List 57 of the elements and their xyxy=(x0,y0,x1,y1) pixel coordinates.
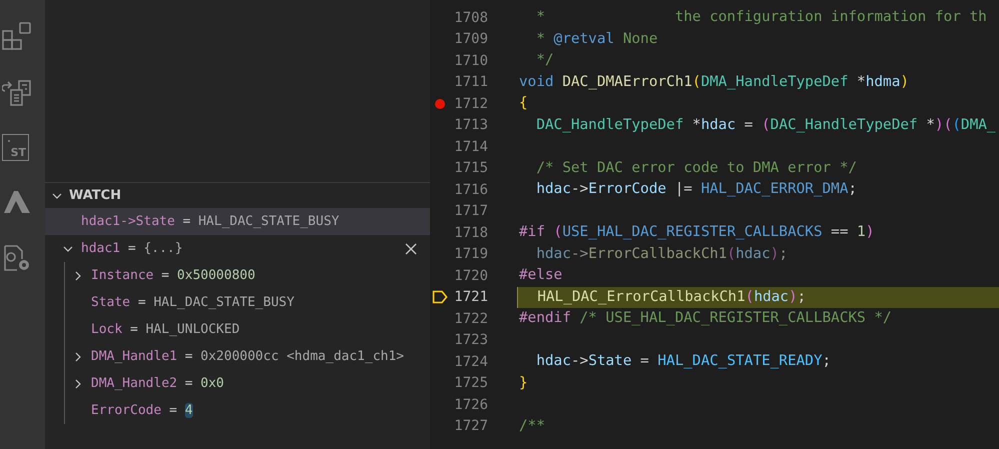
line-number: 1722 xyxy=(453,310,488,327)
line-number: 1714 xyxy=(453,138,488,155)
line-number: 1726 xyxy=(453,396,488,413)
code-line: hdac->ErrorCallbackCh1(hdac); xyxy=(535,244,788,264)
file-gear-icon[interactable] xyxy=(2,243,32,273)
line-number: 1710 xyxy=(453,52,488,69)
watch-expression: hdac1->State = HAL_DAC_STATE_BUSY xyxy=(81,214,340,229)
code-line: #if (USE_HAL_DAC_REGISTER_CALLBACKS == 1) xyxy=(518,223,874,242)
watch-expression: State = HAL_DAC_STATE_BUSY xyxy=(91,295,294,310)
code-line: /* Set DAC error code to DMA error */ xyxy=(535,158,857,178)
line-number: 1727 xyxy=(453,418,488,434)
line-number: 1708 xyxy=(453,10,488,26)
code-line: */ xyxy=(535,51,554,70)
watch-expression: DMA_Handle1 = 0x200000cc <hdma_dac1_ch1> xyxy=(91,349,404,364)
documents-icon[interactable] xyxy=(2,78,32,108)
code-line: #endif /* USE_HAL_DAC_REGISTER_CALLBACKS */ xyxy=(518,309,892,328)
watch-item[interactable]: Instance = 0x50000800 xyxy=(65,262,430,289)
code-line: DAC_HandleTypeDef *hdac = (DAC_HandleTypeDef *)((DMA_ xyxy=(535,116,996,134)
watch-item[interactable]: DMA_Handle2 = 0x0 xyxy=(65,370,430,397)
code-line: * @retval None xyxy=(535,30,658,48)
watch-expression: Lock = HAL_UNLOCKED xyxy=(91,322,240,337)
line-number: 1721 xyxy=(453,289,488,306)
code-line: #else xyxy=(518,266,562,285)
extensions-icon[interactable] xyxy=(2,22,32,52)
line-number: 1719 xyxy=(453,246,488,262)
line-number: 1723 xyxy=(453,332,488,348)
watch-item[interactable]: ErrorCode = 4 xyxy=(65,397,430,424)
watch-item[interactable]: State = HAL_DAC_STATE_BUSY xyxy=(65,289,430,316)
line-number: 1711 xyxy=(453,74,488,90)
watch-item[interactable]: DMA_Handle1 = 0x200000cc <hdma_dac1_ch1> xyxy=(65,343,430,370)
line-number: 1725 xyxy=(453,375,488,392)
line-number: 1713 xyxy=(453,117,488,134)
line-number: 1715 xyxy=(453,160,488,176)
watch-expression: ErrorCode = 4 xyxy=(91,403,193,418)
code-line: { xyxy=(518,94,528,113)
code-line: } xyxy=(518,374,528,392)
watch-item[interactable]: hdac1 = {...} xyxy=(45,235,430,262)
code-line: hdac->ErrorCode |= HAL_DAC_ERROR_DMA; xyxy=(535,180,857,199)
watch-section-header[interactable]: WATCH xyxy=(45,183,430,208)
line-number: 1716 xyxy=(453,182,488,198)
code-line: hdac->State = HAL_DAC_STATE_READY; xyxy=(535,352,831,371)
line-number: 1720 xyxy=(453,268,488,284)
watch-item[interactable]: hdac1->State = HAL_DAC_STATE_BUSY xyxy=(45,208,430,235)
watch-item[interactable]: Lock = HAL_UNLOCKED xyxy=(65,316,430,343)
line-number: 1724 xyxy=(453,354,488,370)
line-number: 1717 xyxy=(453,203,488,220)
watch-expression: hdac1 = {...} xyxy=(81,241,183,256)
line-number: 1718 xyxy=(453,224,488,241)
code-line: * the configuration information for th xyxy=(535,8,987,27)
line-number: 1712 xyxy=(453,96,488,112)
watch-expression: Instance = 0x50000800 xyxy=(91,268,256,283)
code-line: void DAC_DMAErrorCh1(DMA_HandleTypeDef *hdma) xyxy=(518,72,909,92)
line-number: 1709 xyxy=(453,31,488,48)
breakpoint-icon[interactable] xyxy=(434,98,446,110)
watch-expression: DMA_Handle2 = 0x0 xyxy=(91,376,224,391)
close-icon[interactable] xyxy=(405,242,417,254)
code-line: /** xyxy=(518,416,545,436)
